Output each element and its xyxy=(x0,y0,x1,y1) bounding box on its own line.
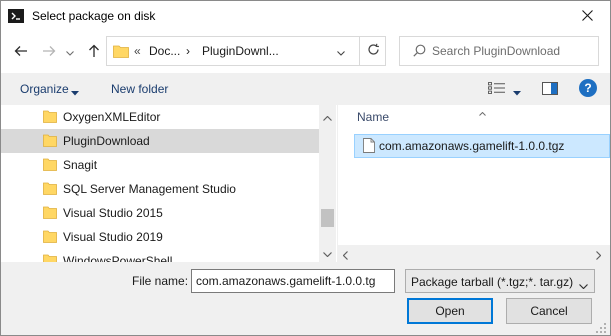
folder-icon xyxy=(43,110,57,126)
folder-icon xyxy=(43,230,57,246)
help-button[interactable]: ? xyxy=(579,79,597,97)
folder-icon xyxy=(43,134,57,150)
file-type-value: Package tarball (*.tgz;*. tar.gz) xyxy=(411,275,574,289)
refresh-button[interactable] xyxy=(359,37,386,65)
organize-dropdown-icon[interactable] xyxy=(71,85,79,99)
file-icon xyxy=(363,138,375,156)
scrollbar-thumb[interactable] xyxy=(321,209,334,227)
folder-icon xyxy=(43,182,57,198)
view-options-icon[interactable] xyxy=(488,82,506,97)
file-name-label: File name: xyxy=(132,274,189,288)
column-header-name[interactable]: Name xyxy=(357,110,389,124)
folder-icon xyxy=(43,158,57,174)
scroll-up-icon[interactable] xyxy=(323,110,332,124)
folder-icon xyxy=(43,206,57,222)
file-list-pane: Name com.amazonaws.gamelift-1.0.0.tgz xyxy=(338,105,610,262)
new-folder-button[interactable]: New folder xyxy=(111,82,168,96)
address-dropdown-icon[interactable] xyxy=(337,45,345,59)
sidebar-item-label: Visual Studio 2019 xyxy=(63,230,163,244)
sidebar-item-sql-server-management-studio[interactable]: SQL Server Management Studio xyxy=(1,177,319,201)
back-button[interactable] xyxy=(11,42,31,62)
address-overflow[interactable]: « xyxy=(134,44,141,58)
address-segment-plugindownload[interactable]: PluginDownl... xyxy=(202,44,279,58)
scroll-left-icon[interactable] xyxy=(342,249,348,262)
arrow-right-icon xyxy=(42,45,56,60)
address-segment-documents[interactable]: Doc... xyxy=(149,44,180,58)
sidebar-item-oxygenxmleditor[interactable]: OxygenXMLEditor xyxy=(1,105,319,129)
file-dialog: Select package on disk « Doc... › Plugin… xyxy=(0,0,611,336)
sidebar-item-label: SQL Server Management Studio xyxy=(63,182,236,196)
search-box[interactable] xyxy=(399,36,599,66)
sidebar-item-label: WindowsPowerShell xyxy=(63,254,173,262)
scroll-down-icon[interactable] xyxy=(323,246,332,260)
app-icon xyxy=(8,9,24,23)
chevron-down-icon xyxy=(579,278,588,292)
recent-locations-button[interactable] xyxy=(63,42,77,62)
sidebar-item-label: PluginDownload xyxy=(63,134,150,148)
scroll-right-icon[interactable] xyxy=(596,249,602,262)
file-list-horizontal-scrollbar[interactable] xyxy=(338,245,610,262)
sidebar-item-windowspowershell[interactable]: WindowsPowerShell xyxy=(1,249,319,262)
up-button[interactable] xyxy=(84,42,104,62)
file-name-input[interactable] xyxy=(191,269,395,293)
command-bar: Organize New folder ? xyxy=(1,73,610,105)
file-type-select[interactable]: Package tarball (*.tgz;*. tar.gz) xyxy=(405,269,595,293)
sidebar-item-visual-studio-2015[interactable]: Visual Studio 2015 xyxy=(1,201,319,225)
address-separator-icon: › xyxy=(186,44,190,58)
close-icon xyxy=(581,9,593,24)
folder-icon xyxy=(113,44,129,61)
open-button[interactable]: Open xyxy=(407,298,493,324)
window-title: Select package on disk xyxy=(32,9,156,23)
file-name: com.amazonaws.gamelift-1.0.0.tgz xyxy=(379,139,565,153)
dialog-footer: File name: Package tarball (*.tgz;*. tar… xyxy=(1,262,610,335)
refresh-icon xyxy=(367,43,380,59)
folder-icon xyxy=(43,254,57,262)
navigation-pane: OxygenXMLEditor PluginDownload Snagit SQ… xyxy=(1,105,337,262)
arrow-left-icon xyxy=(14,45,28,60)
address-bar[interactable]: « Doc... › PluginDownl... xyxy=(106,36,386,66)
sidebar-item-plugindownload[interactable]: PluginDownload xyxy=(1,129,319,153)
search-icon xyxy=(413,44,426,60)
search-input[interactable] xyxy=(432,42,592,60)
view-options-dropdown-icon[interactable] xyxy=(513,85,521,99)
title-bar: Select package on disk xyxy=(1,1,610,32)
sort-ascending-icon xyxy=(479,105,486,119)
sidebar-item-label: Snagit xyxy=(63,158,98,172)
resize-grip-icon[interactable] xyxy=(595,322,607,335)
close-button[interactable] xyxy=(564,1,610,32)
chevron-down-icon xyxy=(66,45,74,59)
cancel-button[interactable]: Cancel xyxy=(506,298,592,324)
organize-button[interactable]: Organize xyxy=(20,82,69,96)
arrow-up-icon xyxy=(88,44,100,61)
sidebar-item-visual-studio-2019[interactable]: Visual Studio 2019 xyxy=(1,225,319,249)
forward-button[interactable] xyxy=(39,42,59,62)
navigation-pane-scrollbar[interactable] xyxy=(319,105,336,262)
file-item[interactable]: com.amazonaws.gamelift-1.0.0.tgz xyxy=(354,134,610,158)
preview-pane-icon[interactable] xyxy=(542,82,558,98)
sidebar-item-label: OxygenXMLEditor xyxy=(63,110,161,124)
sidebar-item-label: Visual Studio 2015 xyxy=(63,206,163,220)
sidebar-item-snagit[interactable]: Snagit xyxy=(1,153,319,177)
